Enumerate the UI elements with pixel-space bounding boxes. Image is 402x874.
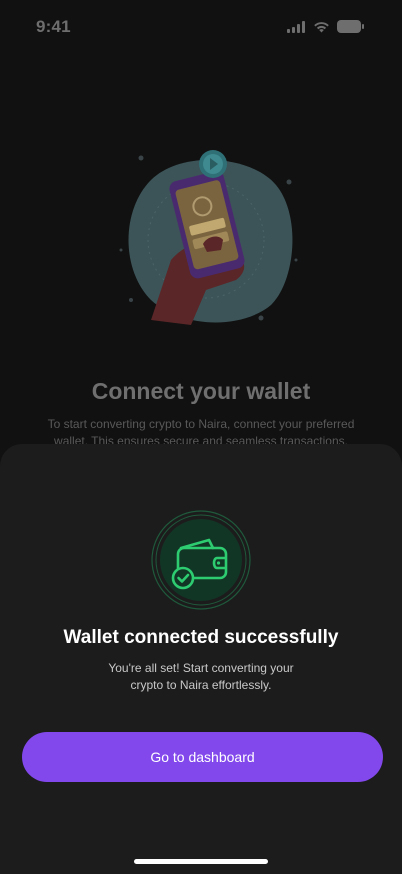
battery-icon (337, 20, 364, 33)
status-time: 9:41 (36, 17, 71, 36)
cellular-signal-icon (287, 20, 305, 33)
page-title: Connect your wallet (91, 378, 311, 404)
success-title: Wallet connected successfully (63, 627, 339, 648)
screen: 9:41 Connect your wallet To start conver… (0, 0, 402, 874)
go-to-dashboard-button[interactable]: Go to dashboard (22, 732, 383, 782)
status-icons (287, 20, 364, 33)
home-indicator[interactable] (134, 859, 268, 864)
success-description: You're all set! Start converting your cr… (108, 661, 294, 692)
wallet-check-icon (151, 510, 251, 610)
wifi-icon (314, 21, 329, 32)
success-bottom-sheet: Wallet connected successfully You're all… (0, 444, 402, 874)
hand-holding-phone-illustration (111, 140, 301, 330)
status-bar: 9:41 (0, 0, 402, 56)
